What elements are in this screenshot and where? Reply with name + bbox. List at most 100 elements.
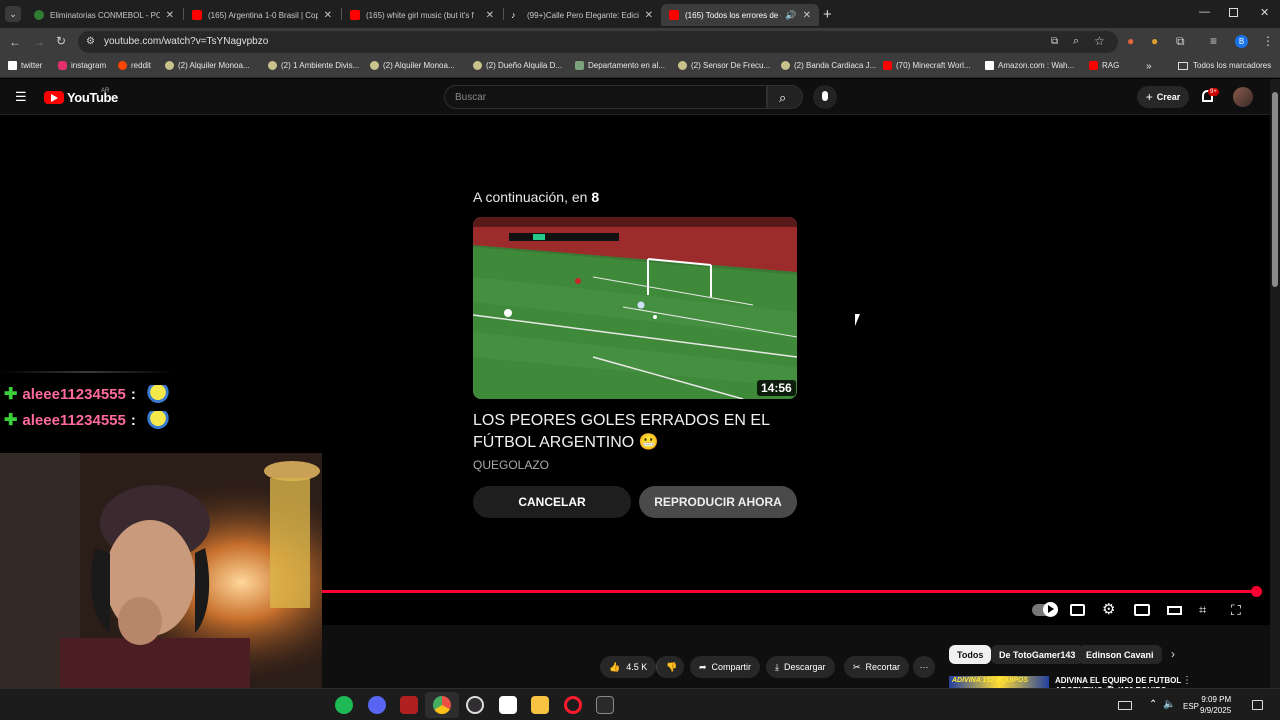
epic-games-icon[interactable] [596, 696, 614, 714]
capcut-icon[interactable] [499, 696, 517, 714]
bookmark-marketplace-5[interactable]: (2) Sensor De Frecu... [678, 61, 770, 70]
close-tab-icon[interactable]: ✕ [803, 10, 811, 21]
opera-icon[interactable] [564, 696, 582, 714]
scrollbar-thumb[interactable] [1272, 92, 1278, 287]
show-hidden-icons-icon[interactable]: ⌃ [1149, 699, 1157, 710]
theater-mode-icon[interactable] [1167, 602, 1183, 618]
bookmark-marketplace-1[interactable]: (2) Alquiler Monoa... [165, 61, 250, 70]
install-app-icon[interactable]: ⧉ [1051, 36, 1058, 48]
download-button[interactable]: ⤓ Descargar [766, 656, 835, 678]
tab-active-youtube[interactable]: (165) Todos los errores de c 🔊 ✕ [661, 4, 819, 26]
discord-icon[interactable] [368, 696, 386, 714]
create-button[interactable]: + Crear [1137, 86, 1189, 108]
chip-all[interactable]: Todos [949, 645, 992, 664]
close-window-button[interactable]: ✕ [1260, 6, 1269, 19]
bookmark-marketplace-2[interactable]: (2) 1 Ambiente Divis... [268, 61, 359, 70]
tab-tiktok[interactable]: ♪ (99+)Calle Pero Elegante: Edició ✕ [503, 4, 661, 26]
amazon-icon [985, 61, 994, 70]
like-button[interactable]: 👍 4.5 K [600, 656, 656, 678]
extensions-puzzle-icon[interactable]: ⧉ [1176, 35, 1185, 47]
media-controls-icon[interactable]: ≡ [1210, 35, 1217, 47]
progress-scrubber[interactable] [1251, 586, 1262, 597]
reload-icon[interactable]: ↻ [56, 35, 66, 47]
voicemeeter-icon[interactable] [400, 696, 418, 714]
cancel-autoplay-button[interactable]: CANCELAR [473, 486, 631, 518]
language-indicator[interactable]: ESP [1183, 702, 1199, 711]
more-actions-button[interactable]: ··· [913, 656, 935, 678]
chrome-menu-icon[interactable]: ⋮ [1262, 35, 1274, 47]
dislike-button[interactable]: 👎 [656, 656, 684, 678]
input-indicator-icon[interactable] [1118, 701, 1132, 710]
bookmark-label: (2) 1 Ambiente Divis... [281, 61, 360, 70]
bookmark-departamento[interactable]: Departamento en al... [575, 61, 665, 70]
bookmark-marketplace-3[interactable]: (2) Alquiler Monoa... [370, 61, 455, 70]
account-avatar[interactable] [1233, 87, 1253, 107]
spotify-icon[interactable] [335, 696, 353, 714]
audio-playing-icon[interactable]: 🔊 [785, 10, 796, 21]
site-info-icon[interactable]: ⚙ [86, 36, 95, 48]
profile-avatar-icon[interactable]: B [1235, 35, 1248, 48]
url-text[interactable]: youtube.com/watch?v=TsYNagvpbzo [104, 36, 268, 47]
tab-white-girl-music[interactable]: (165) white girl music (but it's f ✕ [342, 4, 502, 26]
file-explorer-icon[interactable] [531, 696, 549, 714]
zoom-icon[interactable]: ⌕ [1073, 35, 1079, 47]
recommended-more-icon[interactable]: ⋮ [1182, 675, 1192, 686]
close-tab-icon[interactable]: ✕ [324, 10, 332, 21]
restore-button[interactable] [1229, 8, 1238, 17]
notifications-icon[interactable] [1252, 700, 1263, 710]
search-button[interactable]: ⌕ [767, 85, 803, 109]
minimize-button[interactable]: — [1199, 6, 1210, 18]
new-tab-button[interactable]: + [823, 6, 832, 23]
bookmark-star-icon[interactable]: ☆ [1094, 35, 1105, 47]
clock-time: 9:09 PM [1201, 695, 1232, 704]
obs-icon[interactable] [466, 696, 484, 714]
subtitles-icon[interactable] [1070, 602, 1086, 618]
settings-gear-icon[interactable]: ⚙ [1102, 602, 1118, 618]
miniplayer-icon[interactable] [1134, 602, 1150, 618]
search-input[interactable]: Buscar [444, 85, 767, 109]
chips-next-icon[interactable]: › [1171, 647, 1175, 661]
play-now-button[interactable]: REPRODUCIR AHORA [639, 486, 797, 518]
recommended-video-title[interactable]: ADIVINA EL EQUIPO DE FUTBOL ARGENTINO ⚽ … [1055, 676, 1185, 688]
all-bookmarks-folder[interactable]: Todos los marcadores [1178, 61, 1271, 70]
extension-colorful-icon[interactable]: ● [1151, 35, 1158, 47]
back-icon[interactable]: ← [9, 36, 21, 48]
volume-icon[interactable]: 🔈 [1163, 699, 1175, 710]
marketplace-icon [370, 61, 379, 70]
bookmark-amazon[interactable]: Amazon.com : Wah... [985, 61, 1074, 70]
close-tab-icon[interactable]: ✕ [166, 10, 174, 21]
system-clock[interactable]: 9:09 PM 9/9/2025 [1200, 694, 1231, 716]
recommended-video-thumbnail[interactable]: ADIVINA 152 EQUIPOS [949, 676, 1049, 688]
bookmark-reddit[interactable]: reddit [118, 61, 151, 70]
chip-cavani[interactable]: Edinson Cavani [1078, 645, 1162, 664]
bookmark-marketplace-4[interactable]: (2) Dueño Alquila D... [473, 61, 562, 70]
bookmark-instagram[interactable]: instagram [58, 61, 106, 70]
tab-eliminatorias[interactable]: Eliminatorias CONMEBOL - POS ✕ [26, 4, 182, 26]
fullscreen-icon[interactable]: ⛶ [1231, 602, 1247, 618]
close-tab-icon[interactable]: ✕ [486, 10, 494, 21]
bookmark-twitter[interactable]: twitter [8, 61, 42, 70]
more-bookmarks-icon[interactable]: » [1146, 61, 1152, 72]
bookmark-rag[interactable]: RAG [1089, 61, 1119, 70]
share-button[interactable]: ➦ Compartir [690, 656, 761, 678]
tab-search-button[interactable]: ⌄ [5, 6, 21, 22]
cast-icon[interactable]: ⌗ [1199, 602, 1215, 618]
autoplay-toggle-knob[interactable] [1043, 602, 1058, 617]
instagram-icon [58, 61, 67, 70]
bookmark-minecraft[interactable]: (70) Minecraft Worl... [883, 61, 971, 70]
voice-search-button[interactable] [813, 85, 837, 109]
chip-totogamer[interactable]: De TotoGamer143 [991, 645, 1084, 664]
clip-button[interactable]: ✂ Recortar [844, 656, 910, 678]
extension-fox-icon[interactable]: ● [1127, 35, 1134, 47]
bookmark-label: twitter [21, 61, 43, 70]
close-tab-icon[interactable]: ✕ [645, 10, 653, 21]
next-video-thumbnail[interactable] [473, 217, 797, 399]
youtube-wordmark[interactable]: YouTube [67, 90, 118, 105]
tab-argentina-brasil[interactable]: (165) Argentina 1-0 Brasil | Cop ✕ [184, 4, 340, 26]
bookmark-marketplace-6[interactable]: (2) Banda Cardiaca J... [781, 61, 876, 70]
next-video-title[interactable]: LOS PEORES GOLES ERRADOS EN EL FÚTBOL AR… [473, 410, 803, 454]
guide-menu-icon[interactable]: ☰ [15, 89, 27, 105]
next-video-channel[interactable]: QUEGOLAZO [473, 458, 549, 472]
video-progress-bar[interactable] [322, 590, 1258, 593]
forward-icon[interactable]: → [33, 36, 45, 48]
